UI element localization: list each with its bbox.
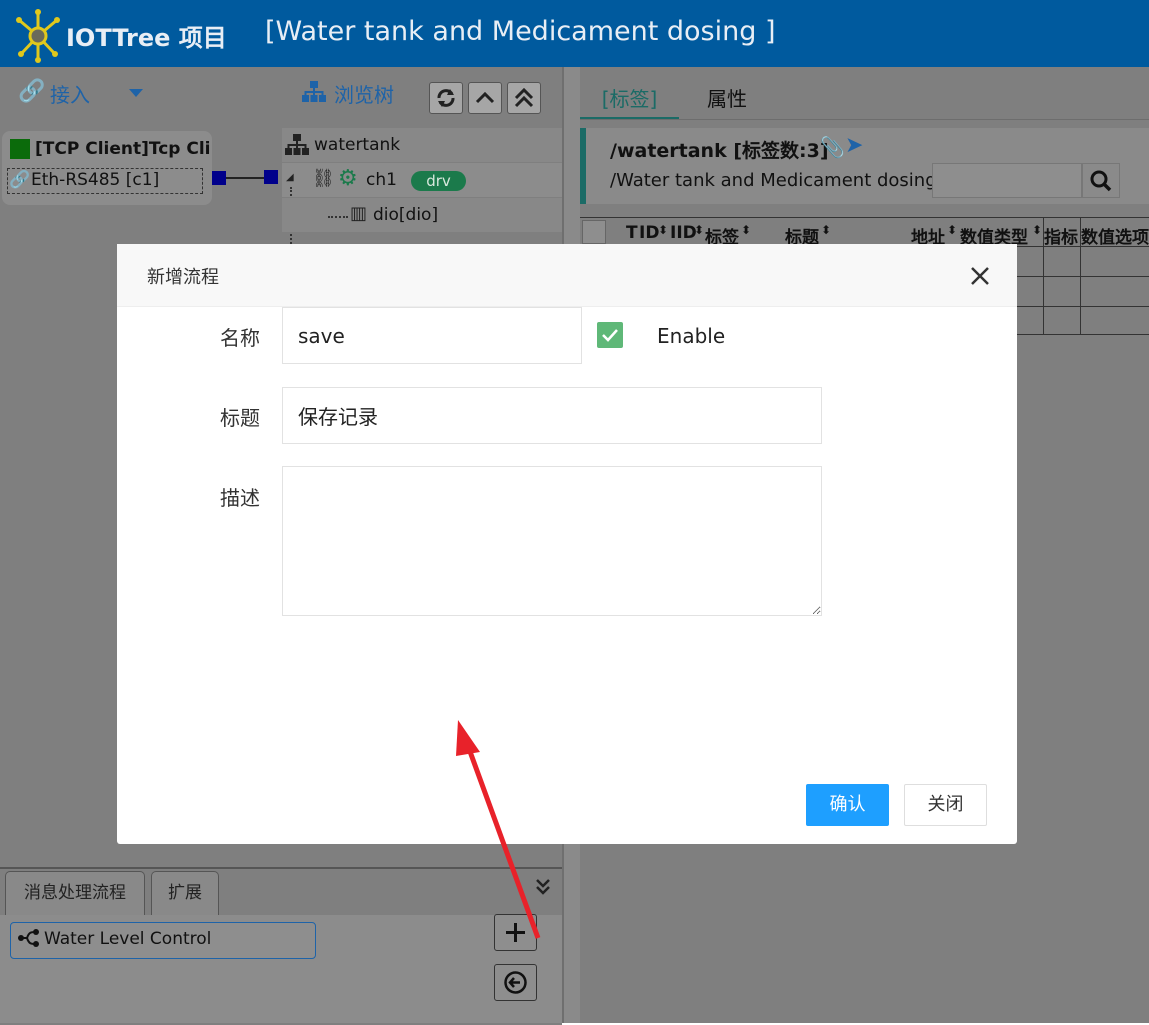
search-button[interactable]: [1082, 163, 1120, 198]
collapse-arrow-icon[interactable]: ◢: [286, 172, 294, 183]
back-button[interactable]: [494, 964, 537, 1001]
double-chevron-up-icon: [514, 87, 534, 108]
sitemap-icon: [302, 81, 326, 102]
tree-device-row[interactable]: ▥ dio[dio]: [282, 198, 562, 232]
desc-label: 描述: [220, 486, 260, 510]
channel-link-label: Eth-RS485 [c1]: [31, 170, 160, 190]
confirm-button[interactable]: 确认: [806, 784, 889, 826]
sort-icon[interactable]: ⬍: [947, 223, 957, 237]
col-t: T: [626, 223, 638, 243]
tab-underline: [580, 119, 1149, 120]
channel-link-box[interactable]: 🔗 Eth-RS485 [c1]: [7, 168, 203, 194]
app-header: IOTTree 项目 [Water tank and Medicament do…: [0, 0, 1149, 67]
link-icon: 🔗: [9, 170, 31, 190]
collapse-up-button[interactable]: [468, 82, 502, 114]
tab-tags[interactable]: [标签]: [580, 83, 679, 120]
col-id[interactable]: ID: [639, 223, 659, 243]
caret-down-icon[interactable]: [128, 88, 144, 98]
iottree-logo-icon: [16, 9, 60, 63]
new-flow-dialog: 新增流程 名称 Enable 标题 描述 确认 关闭: [117, 244, 1017, 844]
tree-channel-row[interactable]: ◢ ⛓ ⚙ ch1 drv: [282, 163, 562, 197]
checkmark-icon: [602, 329, 618, 342]
path-title: /watertank [标签数:3]: [610, 140, 829, 162]
connector-line: [226, 177, 264, 179]
path-desc: /Water tank and Medicament dosing: [610, 170, 937, 191]
dialog-header: 新增流程: [117, 244, 1017, 307]
project-title: [Water tank and Medicament dosing ]: [265, 16, 776, 47]
chevron-up-icon: [475, 91, 495, 104]
dialog-title: 新增流程: [147, 267, 219, 288]
tree-channel-label: ch1: [366, 170, 397, 190]
tree-root-label: watertank: [314, 135, 401, 155]
flow-item[interactable]: Water Level Control: [10, 922, 316, 959]
tab-properties[interactable]: 属性: [692, 83, 762, 117]
tree-root-row[interactable]: watertank: [282, 128, 562, 162]
sort-icon[interactable]: ⬍: [1032, 223, 1042, 237]
tree-device-label: dio[dio]: [373, 205, 439, 225]
tab-extension[interactable]: 扩展: [151, 871, 219, 916]
name-label: 名称: [220, 326, 260, 350]
name-input[interactable]: [282, 307, 582, 364]
sort-icon[interactable]: ⬍: [694, 223, 704, 237]
paperclip-icon[interactable]: 📎: [820, 135, 845, 159]
gear-icon: ⚙: [338, 166, 358, 191]
tcp-client-label[interactable]: [TCP Client]Tcp Clier: [35, 139, 211, 159]
col-iid[interactable]: IID: [670, 223, 697, 243]
search-icon: [1090, 170, 1112, 192]
col-value-options: 数值选项: [1081, 228, 1149, 248]
close-icon[interactable]: [970, 266, 990, 286]
link-icon: 🔗: [18, 79, 46, 104]
app-brand: IOTTree 项目: [66, 24, 227, 52]
device-icon: ⛓: [312, 168, 335, 189]
sort-icon[interactable]: ⬍: [741, 223, 751, 237]
collapse-all-button[interactable]: [507, 82, 541, 114]
sitemap-icon: [285, 134, 309, 155]
refresh-button[interactable]: [429, 82, 463, 114]
tree-guide-line: [328, 216, 348, 218]
table-grid: [1080, 218, 1081, 334]
connect-label: 接入: [50, 83, 90, 107]
connector-node: [212, 171, 226, 185]
driver-badge[interactable]: drv: [411, 171, 466, 191]
enable-label: Enable: [657, 324, 726, 348]
table-grid: [1043, 218, 1044, 334]
title-input[interactable]: [282, 387, 822, 444]
send-icon[interactable]: ➤: [845, 133, 863, 158]
col-indicator: 指标: [1044, 228, 1078, 248]
client-status-icon: [10, 139, 30, 159]
annotation-arrow-icon: [456, 720, 541, 939]
tab-message-flow[interactable]: 消息处理流程: [5, 871, 145, 916]
flow-share-icon: [18, 929, 39, 947]
close-button[interactable]: 关闭: [904, 784, 987, 826]
refresh-icon: [437, 89, 455, 107]
sort-icon[interactable]: ⬍: [658, 223, 668, 237]
enable-checkbox[interactable]: [597, 322, 623, 348]
flow-item-label: Water Level Control: [44, 929, 212, 949]
desc-textarea[interactable]: [282, 466, 822, 616]
sort-icon[interactable]: ⬍: [821, 223, 831, 237]
arrow-circle-left-icon: [504, 971, 527, 994]
device-grid-icon: ▥: [350, 203, 368, 224]
title-label: 标题: [220, 406, 260, 430]
select-all-checkbox[interactable]: [582, 220, 606, 244]
tag-search-input[interactable]: [932, 163, 1082, 198]
connector-node: [264, 170, 278, 184]
browse-tree-label[interactable]: 浏览树: [334, 79, 394, 108]
